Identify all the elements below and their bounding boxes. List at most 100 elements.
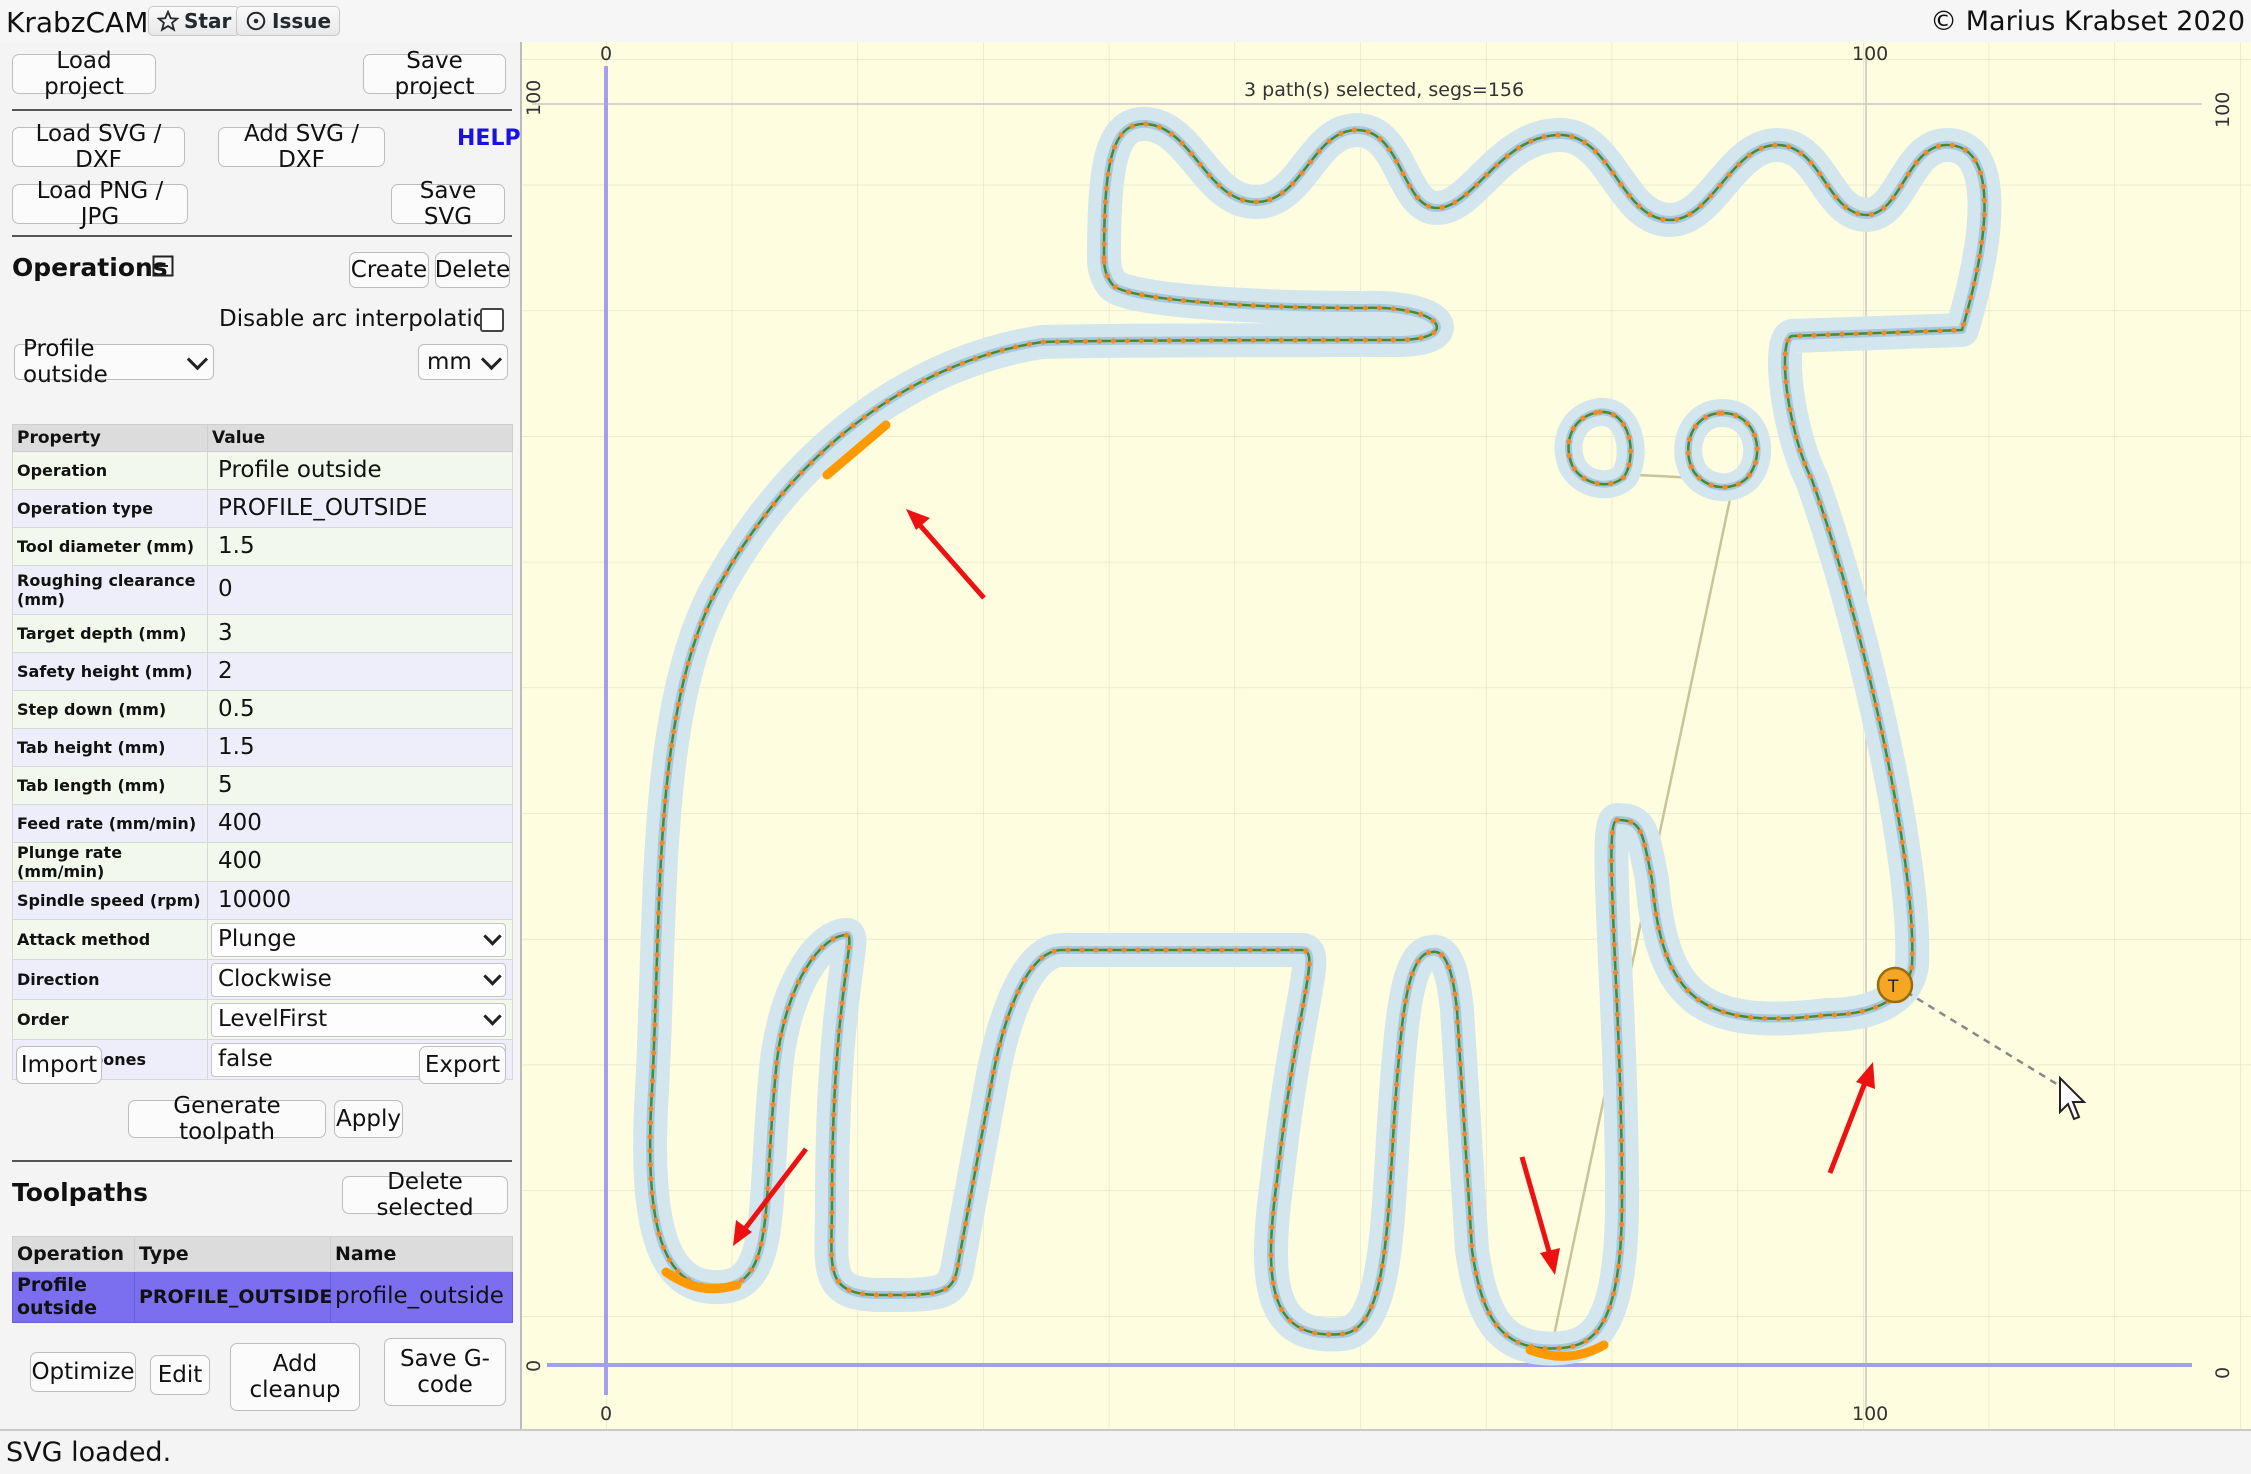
path-point xyxy=(1397,1040,1403,1046)
path-point xyxy=(667,1257,673,1263)
create-operation-button[interactable]: Create xyxy=(349,252,429,288)
path-point xyxy=(1687,211,1693,217)
path-point xyxy=(1962,147,1968,153)
path-point xyxy=(1660,216,1666,222)
path-point xyxy=(968,1193,974,1199)
x-zero-label-bottom: 0 xyxy=(600,1403,612,1425)
path-point xyxy=(1270,1280,1276,1286)
property-value[interactable]: 400 xyxy=(207,804,513,843)
property-value[interactable]: 3 xyxy=(207,614,513,653)
path-point xyxy=(647,1134,653,1140)
path-point xyxy=(1278,337,1284,343)
path-point xyxy=(675,701,682,707)
path-point xyxy=(1895,329,1901,335)
path-point xyxy=(973,1165,979,1172)
path-point xyxy=(1901,853,1907,859)
property-value[interactable]: Profile outside xyxy=(207,451,513,490)
path-point xyxy=(915,1291,922,1298)
property-value[interactable]: 10000 xyxy=(207,881,513,921)
github-star-button[interactable]: Star xyxy=(148,6,241,36)
apply-button[interactable]: Apply xyxy=(334,1100,403,1138)
path-point xyxy=(829,1168,835,1174)
path-point xyxy=(762,512,768,518)
property-value[interactable]: 1.5 xyxy=(207,527,513,566)
path-point xyxy=(660,826,666,832)
path-point xyxy=(1286,1085,1292,1091)
path-point xyxy=(1208,337,1214,343)
path-point xyxy=(754,1254,761,1260)
path-point xyxy=(730,558,736,564)
path-point xyxy=(1269,1224,1275,1230)
left-panel: Load project Save project Load SVG / DXF… xyxy=(0,42,521,1429)
load-project-button[interactable]: Load project xyxy=(12,48,156,100)
add-cleanup-button[interactable]: Add cleanup xyxy=(230,1343,360,1411)
y-zero-label-right: 0 xyxy=(2212,1367,2234,1379)
attack-method-select[interactable]: Plunge xyxy=(211,922,506,957)
path-point xyxy=(843,932,850,938)
save-svg-button[interactable]: Save SVG xyxy=(391,178,505,230)
import-button[interactable]: Import xyxy=(16,1046,102,1084)
drawing-canvas[interactable]: 0 100 0 100 100 0 100 0 3 path(s) select… xyxy=(520,42,2251,1429)
edit-button[interactable]: Edit xyxy=(150,1355,210,1395)
path-point xyxy=(1208,300,1215,306)
path-point xyxy=(1616,1053,1622,1059)
operation-type-select[interactable]: Profile outside xyxy=(14,336,214,388)
load-png-button[interactable]: Load PNG / JPG xyxy=(12,178,188,230)
path-point xyxy=(1798,150,1804,156)
path-point xyxy=(652,1022,658,1028)
path-point xyxy=(1882,743,1888,749)
property-value[interactable]: 400 xyxy=(207,841,513,883)
export-button[interactable]: Export xyxy=(419,1046,506,1084)
help-link[interactable]: HELP xyxy=(457,126,521,151)
path-point xyxy=(653,1217,659,1223)
save-project-button[interactable]: Save project xyxy=(363,48,506,100)
property-value[interactable]: 1.5 xyxy=(207,728,513,767)
optimize-button[interactable]: Optimize xyxy=(30,1352,136,1392)
path-point xyxy=(1602,159,1608,165)
path-point xyxy=(1430,318,1436,324)
path-point xyxy=(1905,881,1911,887)
path-point xyxy=(836,1028,842,1034)
path-point xyxy=(1636,203,1642,209)
path-point xyxy=(1748,1014,1754,1021)
path-point xyxy=(1659,938,1665,944)
property-name: Feed rate (mm/min) xyxy=(12,804,208,843)
load-svg-button[interactable]: Load SVG / DXF xyxy=(12,121,185,173)
path-point xyxy=(1292,304,1298,310)
path-point xyxy=(1407,183,1413,189)
unit-select[interactable]: mm xyxy=(418,344,508,380)
save-gcode-button[interactable]: Save G-code xyxy=(384,1338,506,1406)
path-point xyxy=(1390,306,1396,312)
path-point xyxy=(1866,675,1872,681)
direction-select[interactable]: Clockwise xyxy=(211,962,506,997)
disable-arc-checkbox[interactable] xyxy=(480,308,504,332)
path-point xyxy=(1821,513,1827,519)
property-name: Safety height (mm) xyxy=(12,652,208,691)
delete-operation-button[interactable]: Delete xyxy=(435,252,510,288)
path-point xyxy=(1692,423,1698,430)
path-point xyxy=(1425,203,1431,209)
order-select[interactable]: LevelFirst xyxy=(211,1002,506,1037)
path-point xyxy=(1618,1123,1624,1129)
path-point xyxy=(1135,947,1141,953)
github-issue-button[interactable]: Issue xyxy=(236,6,341,36)
path-point xyxy=(884,398,891,404)
path-point xyxy=(1614,1011,1620,1018)
property-value[interactable]: 0.5 xyxy=(207,690,513,729)
path-point xyxy=(1797,333,1803,339)
property-value[interactable]: PROFILE_OUTSIDE xyxy=(207,489,513,528)
property-value[interactable]: 2 xyxy=(207,652,513,691)
path-point xyxy=(1290,181,1296,187)
add-svg-button[interactable]: Add SVG / DXF xyxy=(218,121,385,173)
path-point xyxy=(1376,337,1382,343)
property-value[interactable]: 0 xyxy=(207,565,513,615)
property-value[interactable]: 5 xyxy=(207,766,513,805)
table-row[interactable]: Profile outside PROFILE_OUTSIDE profile_… xyxy=(12,1271,513,1323)
path-point xyxy=(983,1110,989,1116)
canvas-svg[interactable]: 0 100 0 100 100 0 100 0 3 path(s) select… xyxy=(522,42,2251,1429)
path-point xyxy=(1268,1266,1275,1272)
delete-selected-button[interactable]: Delete selected xyxy=(342,1169,508,1221)
path-point xyxy=(653,994,659,1000)
generate-toolpath-button[interactable]: Generate toolpath xyxy=(128,1093,326,1145)
collapse-icon[interactable] xyxy=(152,255,174,277)
